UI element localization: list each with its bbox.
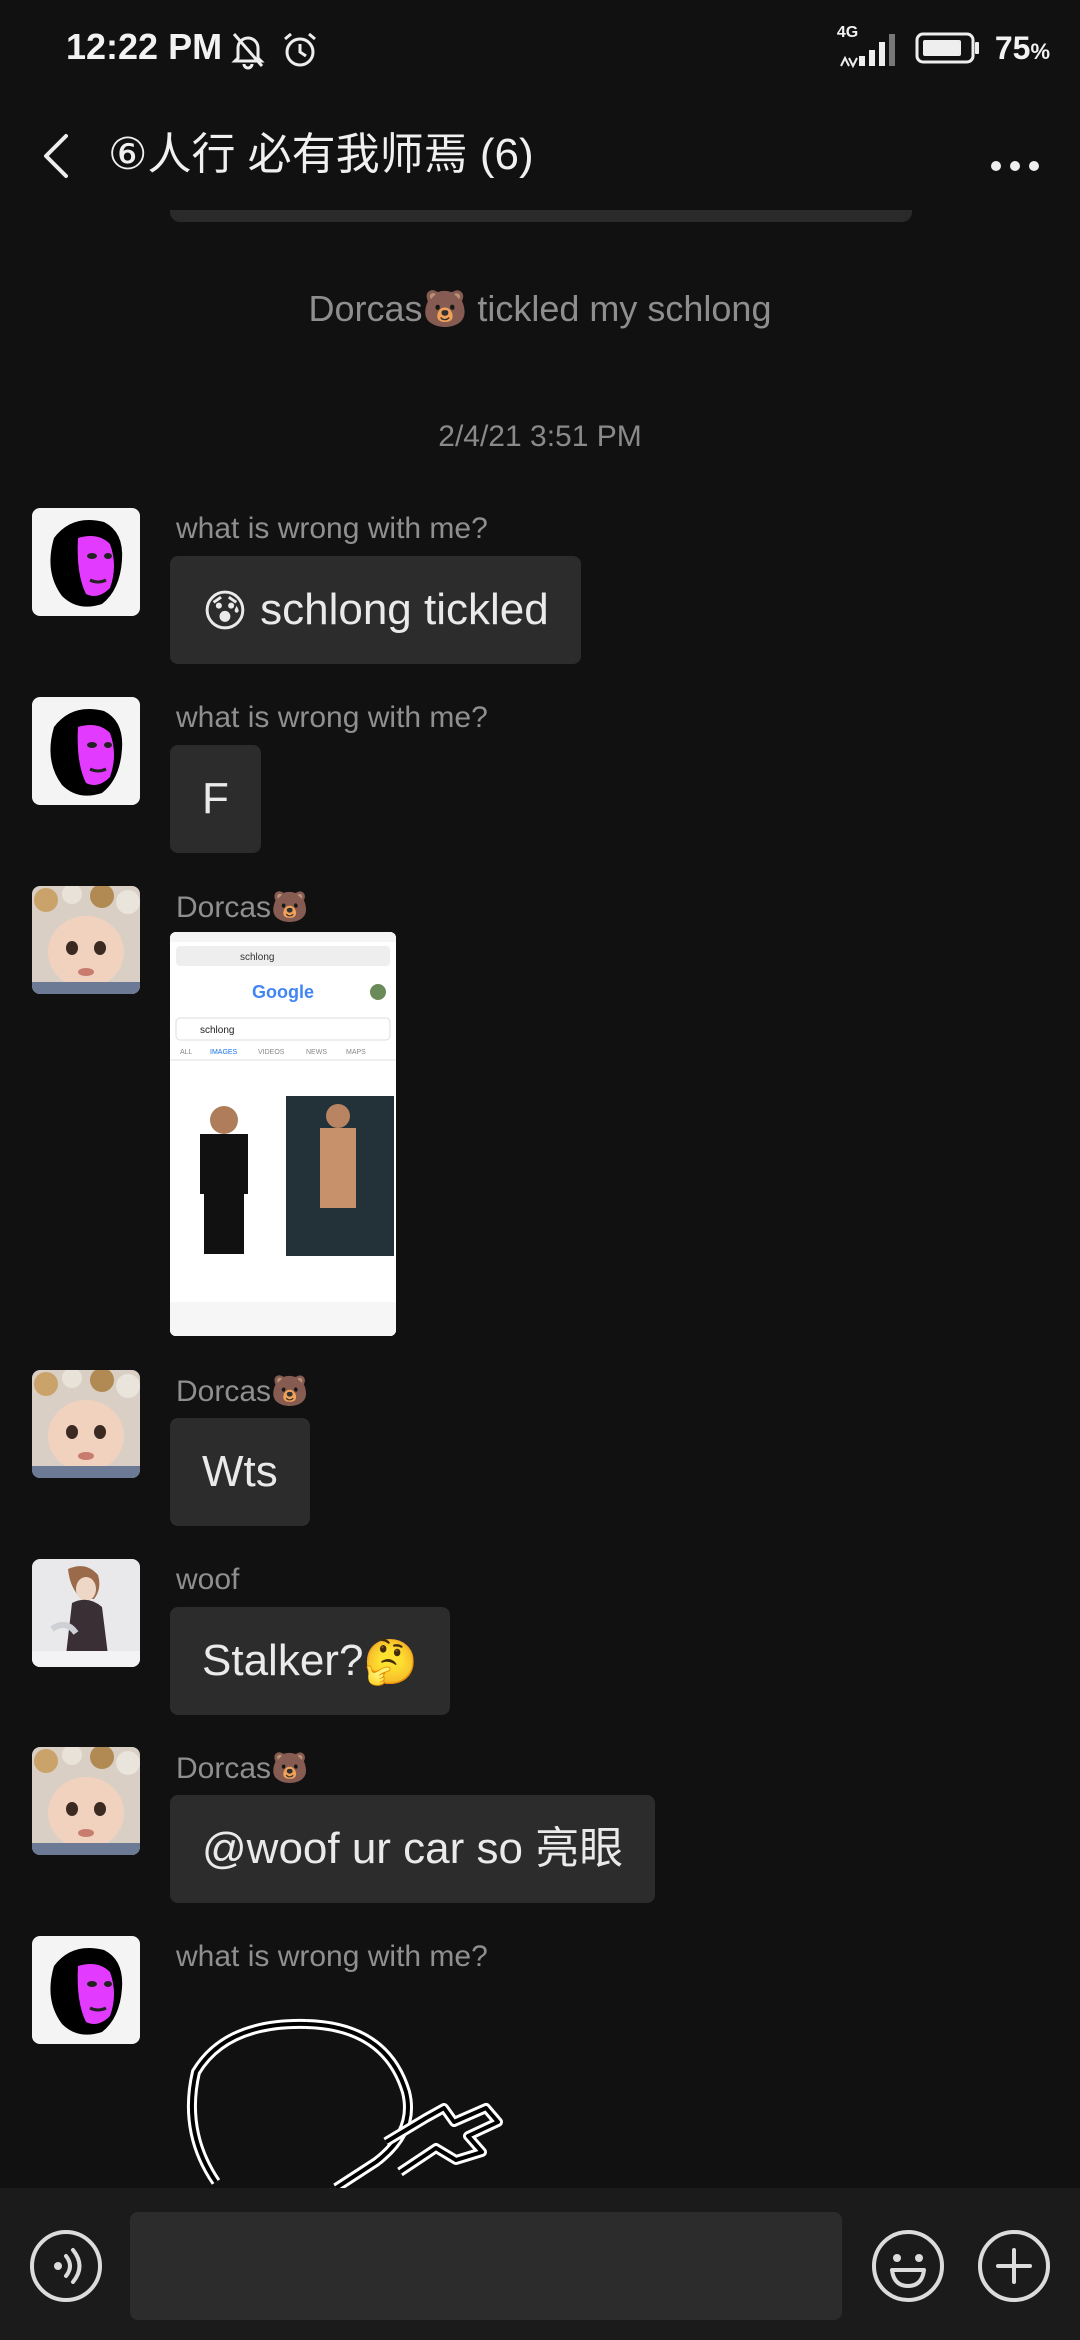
message-timestamp: 2/4/21 3:51 PM <box>438 420 642 453</box>
alarm-icon <box>284 32 316 67</box>
screenshot-url-text: schlong <box>240 952 274 963</box>
image-message[interactable]: schlong Google schlong ALL IMAGES VIDEOS… <box>170 932 396 1336</box>
message-text: schlong tickled <box>260 585 549 634</box>
sender-name: what is wrong with me? <box>176 1940 488 1973</box>
message-text: F <box>202 774 229 823</box>
message-bubble[interactable]: @woof ur car so 亮眼 <box>170 1795 656 1903</box>
battery-level: 75% <box>994 29 1050 66</box>
plus-icon <box>978 2230 1050 2302</box>
sender-name: Dorcas🐻 <box>176 1375 309 1408</box>
fearful-face-emoji: 😰 <box>202 587 248 637</box>
sender-name: Dorcas🐻 <box>176 1752 309 1785</box>
status-icons-left <box>230 30 320 70</box>
avatar[interactable] <box>32 697 140 805</box>
message-bubble[interactable]: Stalker?🤔 <box>170 1607 451 1715</box>
sender-name: Dorcas🐻 <box>176 891 309 924</box>
input-bar <box>0 2188 1080 2340</box>
status-right: 4G 75% <box>837 24 1050 69</box>
signal-icon: 4G <box>837 24 901 69</box>
avatar[interactable] <box>32 1747 140 1855</box>
chat-title: ⑥人行 必有我师焉 (6) <box>108 130 534 179</box>
muted-bell-icon <box>231 33 265 70</box>
voice-icon <box>30 2230 102 2302</box>
screenshot-tab-videos: VIDEOS <box>258 1049 285 1056</box>
google-logo: Google <box>252 982 314 1002</box>
smiley-icon <box>872 2230 944 2302</box>
avatar[interactable] <box>32 886 140 994</box>
previous-message-edge <box>170 210 912 222</box>
voice-button[interactable] <box>28 2228 104 2304</box>
screenshot-tab-news: NEWS <box>306 1049 327 1056</box>
avatar[interactable] <box>32 508 140 616</box>
message-text: @woof ur car so 亮眼 <box>202 1824 624 1873</box>
avatar[interactable] <box>32 1936 140 2044</box>
chevron-left-icon <box>44 134 68 178</box>
status-time: 12:22 PM <box>66 26 223 67</box>
message-text: Stalker? <box>202 1636 364 1685</box>
message-text: Wts <box>202 1447 278 1496</box>
battery-icon <box>915 32 979 64</box>
emoji-button[interactable] <box>870 2228 946 2304</box>
sender-name: what is wrong with me? <box>176 512 488 545</box>
sender-name: what is wrong with me? <box>176 701 488 734</box>
network-label: 4G <box>836 24 859 41</box>
avatar[interactable] <box>32 1559 140 1667</box>
screenshot-search-text: schlong <box>200 1025 234 1036</box>
chat-header: ⑥人行 必有我师焉 (6) <box>0 100 1080 210</box>
status-bar: 12:22 PM 4G 75% <box>0 0 1080 100</box>
message-bubble[interactable]: 😰 schlong tickled <box>170 556 581 664</box>
back-button[interactable] <box>30 120 90 190</box>
system-message: Dorcas🐻 tickled my schlong <box>308 288 772 329</box>
message-bubble[interactable]: Wts <box>170 1418 310 1526</box>
sender-name: woof <box>176 1563 240 1596</box>
message-bubble[interactable]: F <box>170 745 261 853</box>
add-attachment-button[interactable] <box>976 2228 1052 2304</box>
message-input[interactable] <box>130 2212 842 2320</box>
more-options-button[interactable] <box>970 120 1060 190</box>
sticker-message[interactable] <box>186 2012 516 2188</box>
more-dots-icon <box>991 161 1039 171</box>
avatar[interactable] <box>32 1370 140 1478</box>
screenshot-tab-all: ALL <box>180 1049 193 1056</box>
screenshot-tab-images: IMAGES <box>210 1049 238 1056</box>
thinking-face-emoji: 🤔 <box>363 1638 419 1688</box>
screenshot-tab-maps: MAPS <box>346 1049 366 1056</box>
